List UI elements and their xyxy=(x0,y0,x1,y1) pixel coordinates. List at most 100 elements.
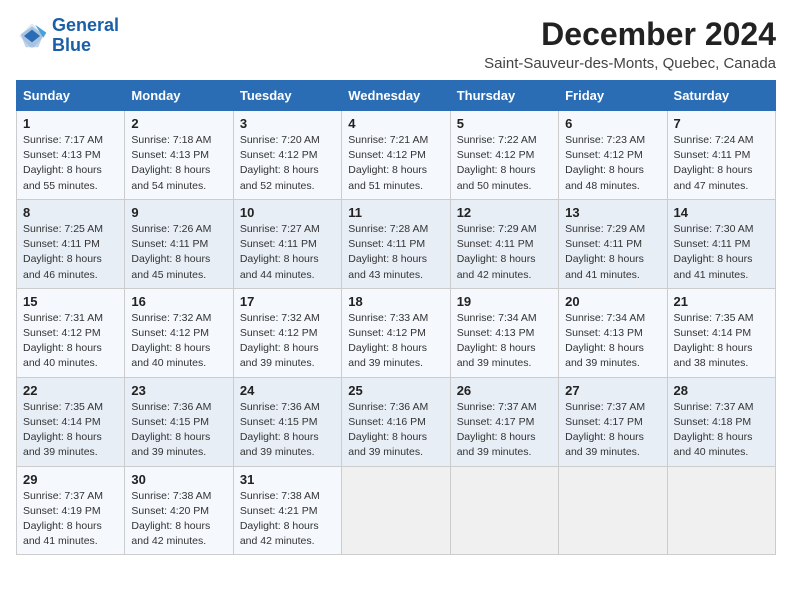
month-title: December 2024 xyxy=(484,16,776,53)
calendar-cell: 21 Sunrise: 7:35 AMSunset: 4:14 PMDaylig… xyxy=(667,288,775,377)
day-number: 26 xyxy=(457,383,552,398)
day-detail: Sunrise: 7:37 AMSunset: 4:17 PMDaylight:… xyxy=(457,401,537,459)
day-number: 10 xyxy=(240,205,335,220)
calendar-cell: 28 Sunrise: 7:37 AMSunset: 4:18 PMDaylig… xyxy=(667,377,775,466)
day-detail: Sunrise: 7:38 AMSunset: 4:21 PMDaylight:… xyxy=(240,490,320,548)
day-number: 21 xyxy=(674,294,769,309)
calendar-cell xyxy=(450,466,558,555)
calendar-cell: 26 Sunrise: 7:37 AMSunset: 4:17 PMDaylig… xyxy=(450,377,558,466)
calendar-cell: 22 Sunrise: 7:35 AMSunset: 4:14 PMDaylig… xyxy=(17,377,125,466)
day-number: 5 xyxy=(457,116,552,131)
calendar-cell: 10 Sunrise: 7:27 AMSunset: 4:11 PMDaylig… xyxy=(233,199,341,288)
title-area: December 2024 Saint-Sauveur-des-Monts, Q… xyxy=(484,16,776,72)
logo-text: General Blue xyxy=(52,16,119,56)
day-number: 20 xyxy=(565,294,660,309)
day-detail: Sunrise: 7:33 AMSunset: 4:12 PMDaylight:… xyxy=(348,312,428,370)
calendar-cell: 13 Sunrise: 7:29 AMSunset: 4:11 PMDaylig… xyxy=(559,199,667,288)
day-number: 24 xyxy=(240,383,335,398)
day-detail: Sunrise: 7:23 AMSunset: 4:12 PMDaylight:… xyxy=(565,134,645,192)
calendar-cell: 14 Sunrise: 7:30 AMSunset: 4:11 PMDaylig… xyxy=(667,199,775,288)
day-number: 28 xyxy=(674,383,769,398)
day-number: 11 xyxy=(348,205,443,220)
day-detail: Sunrise: 7:37 AMSunset: 4:19 PMDaylight:… xyxy=(23,490,103,548)
calendar-cell: 19 Sunrise: 7:34 AMSunset: 4:13 PMDaylig… xyxy=(450,288,558,377)
calendar-cell: 2 Sunrise: 7:18 AMSunset: 4:13 PMDayligh… xyxy=(125,111,233,200)
day-detail: Sunrise: 7:21 AMSunset: 4:12 PMDaylight:… xyxy=(348,134,428,192)
day-detail: Sunrise: 7:32 AMSunset: 4:12 PMDaylight:… xyxy=(131,312,211,370)
day-number: 14 xyxy=(674,205,769,220)
col-header-sunday: Sunday xyxy=(17,81,125,111)
col-header-thursday: Thursday xyxy=(450,81,558,111)
calendar-table: SundayMondayTuesdayWednesdayThursdayFrid… xyxy=(16,80,776,555)
logo-icon xyxy=(16,20,48,52)
day-detail: Sunrise: 7:26 AMSunset: 4:11 PMDaylight:… xyxy=(131,223,211,281)
day-detail: Sunrise: 7:20 AMSunset: 4:12 PMDaylight:… xyxy=(240,134,320,192)
calendar-week-3: 15 Sunrise: 7:31 AMSunset: 4:12 PMDaylig… xyxy=(17,288,776,377)
calendar-week-4: 22 Sunrise: 7:35 AMSunset: 4:14 PMDaylig… xyxy=(17,377,776,466)
calendar-cell: 16 Sunrise: 7:32 AMSunset: 4:12 PMDaylig… xyxy=(125,288,233,377)
calendar-cell: 31 Sunrise: 7:38 AMSunset: 4:21 PMDaylig… xyxy=(233,466,341,555)
day-number: 15 xyxy=(23,294,118,309)
day-number: 25 xyxy=(348,383,443,398)
day-number: 8 xyxy=(23,205,118,220)
calendar-cell: 24 Sunrise: 7:36 AMSunset: 4:15 PMDaylig… xyxy=(233,377,341,466)
calendar-cell: 25 Sunrise: 7:36 AMSunset: 4:16 PMDaylig… xyxy=(342,377,450,466)
day-number: 31 xyxy=(240,472,335,487)
calendar-week-1: 1 Sunrise: 7:17 AMSunset: 4:13 PMDayligh… xyxy=(17,111,776,200)
day-detail: Sunrise: 7:24 AMSunset: 4:11 PMDaylight:… xyxy=(674,134,754,192)
day-detail: Sunrise: 7:38 AMSunset: 4:20 PMDaylight:… xyxy=(131,490,211,548)
day-number: 3 xyxy=(240,116,335,131)
calendar-cell: 17 Sunrise: 7:32 AMSunset: 4:12 PMDaylig… xyxy=(233,288,341,377)
day-number: 4 xyxy=(348,116,443,131)
col-header-wednesday: Wednesday xyxy=(342,81,450,111)
calendar-cell: 9 Sunrise: 7:26 AMSunset: 4:11 PMDayligh… xyxy=(125,199,233,288)
calendar-cell: 3 Sunrise: 7:20 AMSunset: 4:12 PMDayligh… xyxy=(233,111,341,200)
calendar-week-2: 8 Sunrise: 7:25 AMSunset: 4:11 PMDayligh… xyxy=(17,199,776,288)
day-number: 17 xyxy=(240,294,335,309)
day-detail: Sunrise: 7:29 AMSunset: 4:11 PMDaylight:… xyxy=(457,223,537,281)
day-detail: Sunrise: 7:27 AMSunset: 4:11 PMDaylight:… xyxy=(240,223,320,281)
page-header: General Blue December 2024 Saint-Sauveur… xyxy=(16,16,776,72)
day-number: 12 xyxy=(457,205,552,220)
calendar-cell: 1 Sunrise: 7:17 AMSunset: 4:13 PMDayligh… xyxy=(17,111,125,200)
col-header-tuesday: Tuesday xyxy=(233,81,341,111)
calendar-cell: 29 Sunrise: 7:37 AMSunset: 4:19 PMDaylig… xyxy=(17,466,125,555)
day-detail: Sunrise: 7:28 AMSunset: 4:11 PMDaylight:… xyxy=(348,223,428,281)
calendar-cell: 11 Sunrise: 7:28 AMSunset: 4:11 PMDaylig… xyxy=(342,199,450,288)
calendar-cell: 30 Sunrise: 7:38 AMSunset: 4:20 PMDaylig… xyxy=(125,466,233,555)
calendar-cell: 6 Sunrise: 7:23 AMSunset: 4:12 PMDayligh… xyxy=(559,111,667,200)
calendar-week-5: 29 Sunrise: 7:37 AMSunset: 4:19 PMDaylig… xyxy=(17,466,776,555)
day-detail: Sunrise: 7:25 AMSunset: 4:11 PMDaylight:… xyxy=(23,223,103,281)
day-number: 6 xyxy=(565,116,660,131)
day-detail: Sunrise: 7:32 AMSunset: 4:12 PMDaylight:… xyxy=(240,312,320,370)
day-number: 9 xyxy=(131,205,226,220)
col-header-monday: Monday xyxy=(125,81,233,111)
day-number: 27 xyxy=(565,383,660,398)
day-detail: Sunrise: 7:17 AMSunset: 4:13 PMDaylight:… xyxy=(23,134,103,192)
calendar-cell: 18 Sunrise: 7:33 AMSunset: 4:12 PMDaylig… xyxy=(342,288,450,377)
day-detail: Sunrise: 7:37 AMSunset: 4:18 PMDaylight:… xyxy=(674,401,754,459)
day-number: 13 xyxy=(565,205,660,220)
day-number: 18 xyxy=(348,294,443,309)
calendar-cell: 20 Sunrise: 7:34 AMSunset: 4:13 PMDaylig… xyxy=(559,288,667,377)
calendar-cell xyxy=(342,466,450,555)
day-detail: Sunrise: 7:35 AMSunset: 4:14 PMDaylight:… xyxy=(23,401,103,459)
calendar-cell: 23 Sunrise: 7:36 AMSunset: 4:15 PMDaylig… xyxy=(125,377,233,466)
day-detail: Sunrise: 7:31 AMSunset: 4:12 PMDaylight:… xyxy=(23,312,103,370)
col-header-saturday: Saturday xyxy=(667,81,775,111)
day-detail: Sunrise: 7:36 AMSunset: 4:15 PMDaylight:… xyxy=(131,401,211,459)
calendar-cell: 27 Sunrise: 7:37 AMSunset: 4:17 PMDaylig… xyxy=(559,377,667,466)
calendar-cell: 7 Sunrise: 7:24 AMSunset: 4:11 PMDayligh… xyxy=(667,111,775,200)
day-number: 29 xyxy=(23,472,118,487)
day-detail: Sunrise: 7:18 AMSunset: 4:13 PMDaylight:… xyxy=(131,134,211,192)
day-detail: Sunrise: 7:29 AMSunset: 4:11 PMDaylight:… xyxy=(565,223,645,281)
logo: General Blue xyxy=(16,16,119,56)
calendar-cell: 12 Sunrise: 7:29 AMSunset: 4:11 PMDaylig… xyxy=(450,199,558,288)
calendar-cell xyxy=(667,466,775,555)
day-detail: Sunrise: 7:36 AMSunset: 4:15 PMDaylight:… xyxy=(240,401,320,459)
calendar-header-row: SundayMondayTuesdayWednesdayThursdayFrid… xyxy=(17,81,776,111)
day-number: 2 xyxy=(131,116,226,131)
day-number: 22 xyxy=(23,383,118,398)
day-detail: Sunrise: 7:36 AMSunset: 4:16 PMDaylight:… xyxy=(348,401,428,459)
calendar-cell xyxy=(559,466,667,555)
